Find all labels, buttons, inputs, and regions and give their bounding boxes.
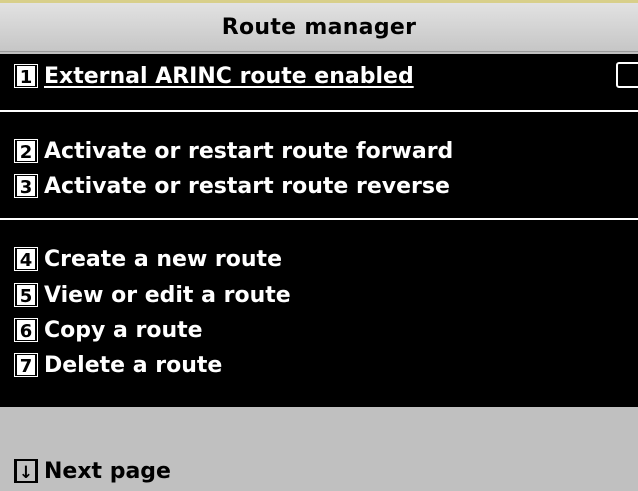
next-page-label: Next page	[44, 458, 171, 484]
option-label: View or edit a route	[44, 282, 291, 308]
key-6-icon: 6	[14, 318, 38, 342]
title-bar: Route manager	[0, 3, 638, 52]
option-label: Delete a route	[44, 352, 223, 378]
option-create-route[interactable]: 4 Create a new route	[0, 243, 282, 275]
option-label: Create a new route	[44, 246, 282, 272]
key-5-icon: 5	[14, 283, 38, 307]
key-2-icon: 2	[14, 139, 38, 163]
option-copy-route[interactable]: 6 Copy a route	[0, 314, 203, 346]
separator-2	[0, 218, 638, 220]
down-arrow-icon: ↓	[14, 459, 38, 483]
option-activate-forward[interactable]: 2 Activate or restart route forward	[0, 135, 453, 167]
separator-1	[0, 110, 638, 112]
option-external-arinc-route[interactable]: 1 External ARINC route enabled	[0, 60, 414, 92]
key-1-icon: 1	[14, 64, 38, 88]
page-title: Route manager	[221, 14, 417, 40]
option-activate-reverse[interactable]: 3 Activate or restart route reverse	[0, 170, 450, 202]
option-label: Copy a route	[44, 317, 203, 343]
option-label: Activate or restart route reverse	[44, 173, 450, 199]
option-label: External ARINC route enabled	[44, 63, 414, 89]
arinc-route-checkbox[interactable]	[616, 62, 638, 88]
key-7-icon: 7	[14, 353, 38, 377]
key-4-icon: 4	[14, 247, 38, 271]
option-view-edit-route[interactable]: 5 View or edit a route	[0, 279, 291, 311]
next-page-button[interactable]: ↓ Next page	[0, 455, 171, 487]
option-label: Activate or restart route forward	[44, 138, 454, 164]
option-delete-route[interactable]: 7 Delete a route	[0, 349, 222, 381]
key-3-icon: 3	[14, 174, 38, 198]
